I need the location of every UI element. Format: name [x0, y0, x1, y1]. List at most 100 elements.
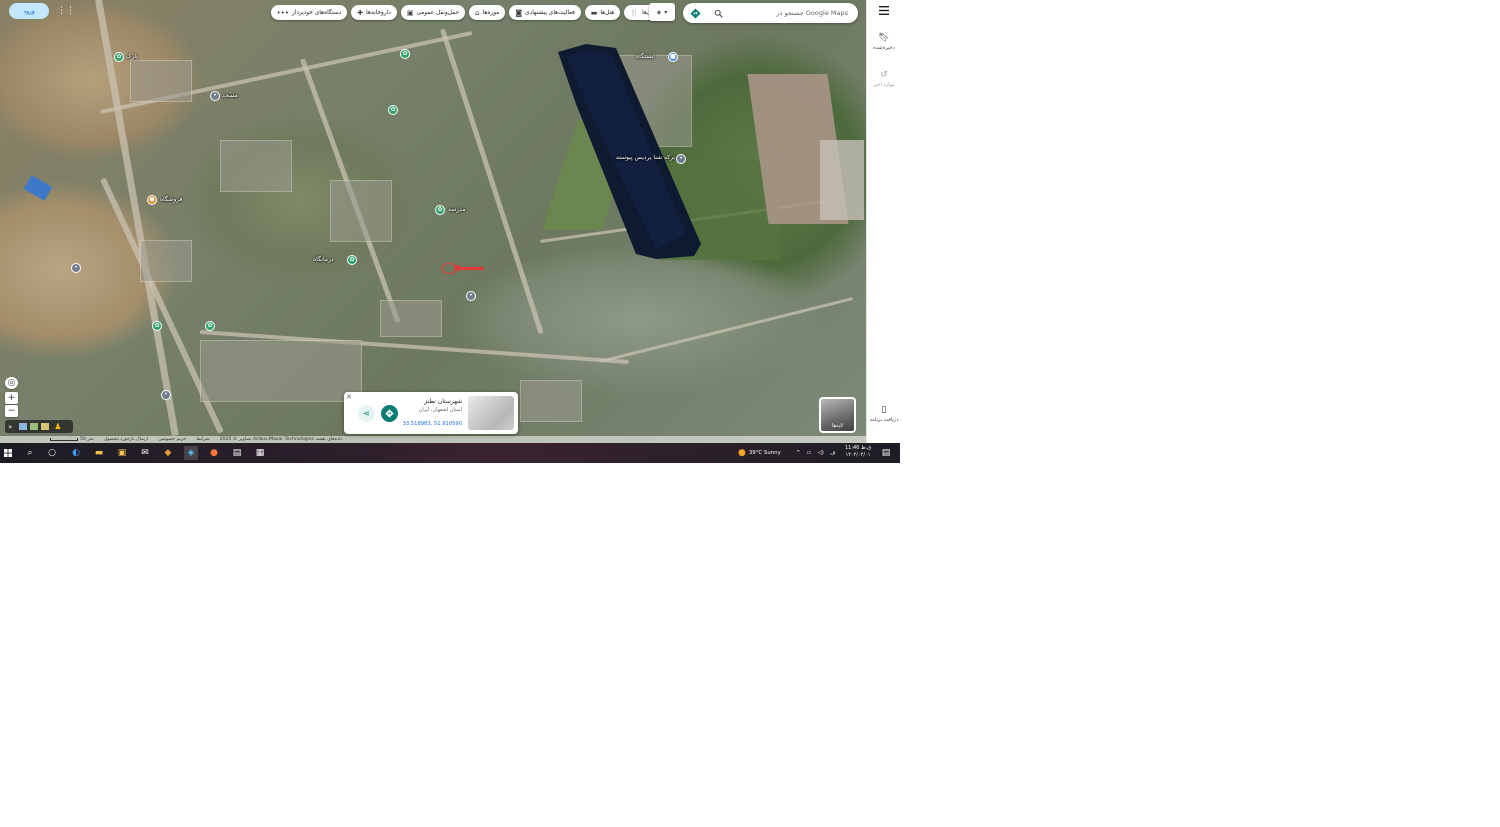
language-icon[interactable]: ف — [830, 450, 836, 456]
park-pin-icon[interactable]: ✿ — [388, 105, 398, 115]
park-pin-icon[interactable]: ✿ — [205, 321, 215, 331]
place-photo[interactable] — [468, 396, 514, 430]
notifications-button[interactable]: ▤ — [879, 446, 893, 460]
park-pin-icon[interactable]: ✿ — [114, 52, 124, 62]
road — [440, 28, 544, 335]
place-pin-icon[interactable]: • — [161, 390, 171, 400]
chip-label: دستگاه‌های خودپرداز — [291, 9, 342, 16]
share-icon: ⋖ — [363, 409, 370, 418]
restaurant-icon: 🍴 — [630, 8, 640, 17]
document-icon: ▤ — [232, 448, 242, 458]
calculator-taskbar-button[interactable]: ▦ — [253, 446, 267, 460]
apps-grid-icon[interactable]: ⋮⋮ — [57, 5, 75, 17]
chip-label: حمل‌ونقل عمومی — [416, 9, 460, 16]
bookmark-icon: 🔖︎ — [878, 33, 890, 43]
lake — [558, 44, 701, 259]
layer-thumb[interactable] — [19, 423, 28, 430]
get-app-button[interactable]: ▯ دریافت برنامه — [867, 405, 900, 423]
phone-icon: ▯ — [881, 405, 887, 415]
firefox-icon: ● — [210, 448, 218, 458]
firefox-taskbar-button[interactable]: ● — [207, 446, 221, 460]
chip-hotels[interactable]: ▬ هتل‌ها — [584, 5, 621, 20]
map-details-bar[interactable]: » ♟ — [5, 420, 73, 433]
more-icon: ••• — [276, 8, 289, 17]
chip-pharmacies[interactable]: ✚ داروخانه‌ها — [351, 5, 397, 20]
network-icon[interactable]: ▭ — [807, 450, 812, 456]
store-icon: ▣ — [117, 448, 127, 458]
park-pin-icon[interactable]: ✿ — [347, 255, 357, 265]
map-label: مدرسه — [448, 206, 466, 213]
place-card[interactable]: ✕ ⋖ شهرستان نطنز استان اصفهان، ایران 33.… — [344, 392, 518, 434]
mail-icon: ✉ — [141, 448, 149, 458]
pegman-icon[interactable]: ♟ — [54, 422, 61, 431]
search-box[interactable]: جستجو در Google Maps — [683, 3, 858, 23]
mail-button[interactable]: ✉ — [138, 446, 152, 460]
chip-transit[interactable]: ▣ حمل‌ونقل عمومی — [400, 5, 466, 20]
app-taskbar-button[interactable]: ◆ — [161, 446, 175, 460]
place-pin-icon[interactable]: • — [466, 291, 476, 301]
sun-icon: ● — [738, 448, 746, 458]
recent-button[interactable]: ↺ موارد اخیر — [867, 70, 900, 88]
chip-museums[interactable]: ⌂ موزه‌ها — [469, 5, 506, 20]
speaker-icon[interactable]: ◁) — [818, 450, 824, 456]
layers-button[interactable]: ◈ ▾ — [649, 3, 675, 21]
place-pin-icon[interactable]: • — [676, 154, 686, 164]
satellite-map[interactable]: ✿ ✿ ✿ ✿ ✿ ✿ ✿ • • • • • ● ■ برکه شنا پرد… — [0, 0, 866, 443]
layers-thumbnail[interactable]: لایه‌ها — [819, 397, 856, 433]
shop-pin-icon[interactable]: ● — [147, 195, 157, 205]
saved-button[interactable]: 🔖︎ ذخیره‌شده — [867, 33, 900, 51]
recent-label: موارد اخیر — [873, 82, 895, 88]
park-pin-icon[interactable]: ✿ — [152, 321, 162, 331]
windows-icon — [4, 449, 12, 457]
close-icon[interactable]: ✕ — [346, 393, 352, 401]
folder-icon: ▬ — [94, 448, 104, 458]
maps-taskbar-button[interactable]: ◈ — [184, 446, 198, 460]
menu-button[interactable] — [867, 6, 900, 17]
directions-button[interactable] — [381, 405, 398, 422]
directions-icon[interactable] — [687, 5, 703, 21]
layers-icon: ◈ — [656, 8, 662, 16]
scale-bar[interactable]: 50 متر — [50, 437, 94, 442]
sign-in-button[interactable]: ورود — [9, 3, 49, 19]
park-pin-icon[interactable]: ✿ — [435, 205, 445, 215]
bare-field — [820, 140, 864, 220]
layer-thumb[interactable] — [41, 423, 50, 430]
start-button[interactable] — [1, 446, 15, 460]
app-icon: ◆ — [164, 448, 172, 458]
my-location-button[interactable]: ◎ — [5, 377, 18, 389]
app-taskbar-button[interactable]: ▤ — [230, 446, 244, 460]
scale-label: 50 متر — [80, 437, 94, 442]
feedback-link[interactable]: ارسال بازخورد محصول — [104, 437, 149, 442]
layer-thumb[interactable] — [30, 423, 39, 430]
search-input[interactable]: جستجو در Google Maps — [725, 9, 858, 17]
store-button[interactable]: ▣ — [115, 446, 129, 460]
expand-icon: » — [8, 422, 13, 431]
file-explorer-button[interactable]: ▬ — [92, 446, 106, 460]
weather-widget[interactable]: ● 39°C Sunny — [738, 443, 781, 463]
place-pin-icon[interactable]: • — [71, 263, 81, 273]
chip-atms[interactable]: ••• دستگاه‌های خودپرداز — [270, 5, 348, 20]
privacy-link[interactable]: حریم خصوصی — [158, 437, 186, 442]
search-taskbar-button[interactable]: ⌕ — [23, 446, 37, 460]
park-pin-icon[interactable]: ✿ — [400, 49, 410, 59]
place-coordinates[interactable]: 33.518983, 51.910590 — [403, 421, 462, 427]
transit-icon: ▣ — [406, 8, 414, 17]
task-view-button[interactable]: ○ — [45, 446, 59, 460]
chevron-up-icon[interactable]: ^ — [796, 450, 801, 456]
search-icon[interactable] — [711, 6, 725, 20]
history-icon: ↺ — [880, 70, 888, 80]
bus-pin-icon[interactable]: ■ — [668, 52, 678, 62]
map-label: درمانگاه — [313, 256, 334, 263]
zoom-out-button[interactable]: − — [5, 405, 18, 417]
system-tray[interactable]: ^ ▭ ◁) ف — [796, 443, 835, 463]
hotel-icon: ▬ — [590, 8, 598, 17]
chip-activities[interactable]: ◙ فعالیت‌های پیشنهادی — [509, 5, 581, 20]
building-block — [520, 380, 582, 422]
place-pin-icon[interactable]: • — [210, 91, 220, 101]
terms-link[interactable]: شرایط — [196, 437, 209, 442]
zoom-in-button[interactable]: + — [5, 392, 18, 404]
edge-taskbar-button[interactable]: ◐ — [69, 446, 83, 460]
share-button[interactable]: ⋖ — [358, 405, 375, 422]
location-icon: ◎ — [7, 378, 16, 388]
clock[interactable]: 11:46 ق.ظ ۱۴۰۴/۰۴/۰۱ — [842, 445, 874, 459]
